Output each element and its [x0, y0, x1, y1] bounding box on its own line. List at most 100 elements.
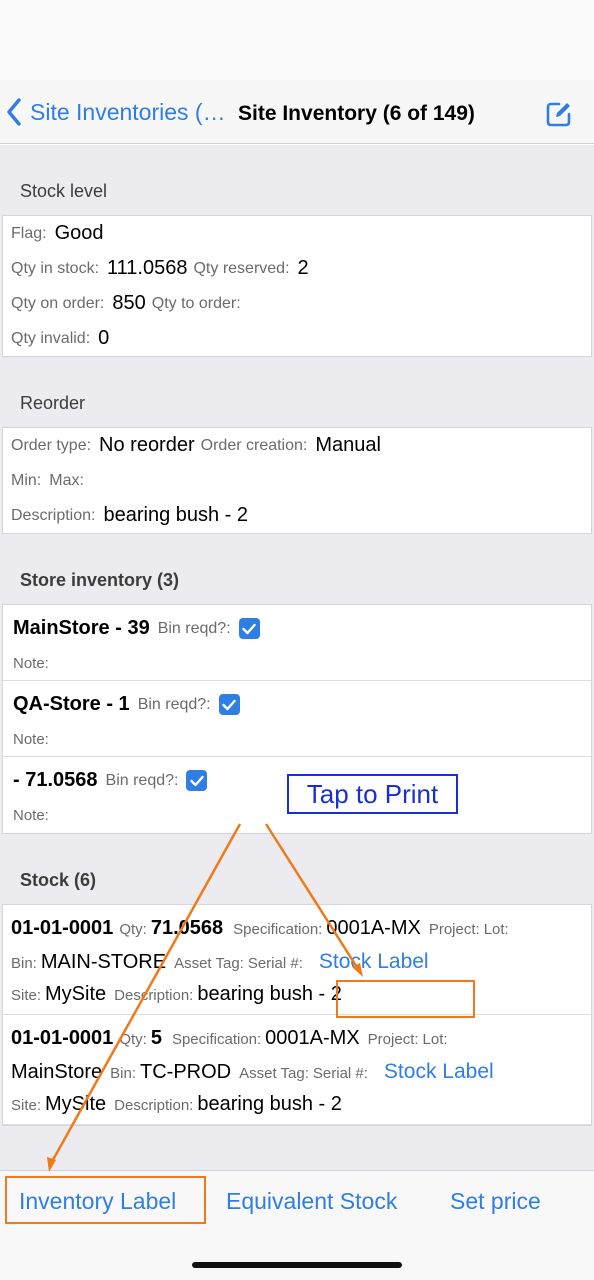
description-value: bearing bush - 2: [197, 1093, 342, 1115]
qty-value: 5: [150, 1027, 162, 1049]
content-scroll[interactable]: Stock level Flag: Good Qty in stock: 111…: [0, 145, 594, 1170]
section-header-reorder: Reorder: [20, 393, 86, 413]
project-label: Project:: [367, 1031, 419, 1048]
checkmark-icon: [190, 775, 204, 786]
qty-in-stock-value: 111.0568: [107, 257, 188, 279]
section-header-stock: Stock (6): [20, 870, 97, 890]
description-value: bearing bush - 2: [197, 983, 342, 1005]
bin-reqd-checkbox[interactable]: [238, 618, 260, 639]
bin-reqd-label: Bin reqd?:: [137, 695, 211, 713]
min-label: Min:: [11, 471, 42, 489]
site-label: Site:: [11, 1097, 42, 1114]
stock-label-link[interactable]: Stock Label: [384, 1060, 494, 1084]
description-row: Description: bearing bush - 2: [3, 498, 591, 533]
asset-tag-label: Asset Tag:: [239, 1065, 309, 1082]
description-value: bearing bush - 2: [103, 504, 249, 526]
serial-label: Serial #:: [312, 1065, 368, 1082]
lot-label: Lot:: [422, 1031, 448, 1048]
site-value: MySite: [45, 983, 107, 1005]
navigation-bar: Site Inventories (… Site Inventory (6 of…: [0, 80, 594, 144]
specification-value: 0001A-MX: [326, 917, 421, 939]
qty-on-order-row: Qty on order: 850 Qty to order:: [3, 286, 591, 321]
note-label: Note:: [13, 731, 49, 748]
store-name: - 71.0568: [13, 769, 98, 791]
stock-label-highlight: [336, 980, 475, 1018]
max-label: Max:: [49, 471, 84, 489]
bin-reqd-checkbox[interactable]: [218, 694, 240, 715]
specification-label: Specification:: [233, 921, 323, 938]
order-creation-value: Manual: [315, 434, 381, 456]
qty-reserved-label: Qty reserved:: [193, 259, 290, 277]
stock-code: 01-01-0001: [11, 917, 114, 939]
bin-reqd-label: Bin reqd?:: [105, 771, 179, 789]
flag-row: Flag: Good: [3, 216, 591, 251]
bin-label: Bin:: [11, 955, 37, 972]
set-price-button[interactable]: Set price: [450, 1188, 541, 1215]
inventory-label-highlight: [5, 1176, 206, 1224]
description-label: Description:: [11, 506, 96, 524]
stock-item[interactable]: 01-01-0001 Qty: 71.0568 Specification: 0…: [3, 905, 591, 1015]
stock-level-card: Flag: Good Qty in stock: 111.0568 Qty re…: [2, 215, 592, 357]
qty-on-order-value: 850: [112, 292, 146, 314]
compose-icon[interactable]: [545, 100, 573, 128]
qty-invalid-label: Qty invalid:: [11, 329, 91, 347]
stock-line-3: Site: MySite Description: bearing bush -…: [11, 983, 350, 1006]
chevron-left-icon: [7, 98, 21, 126]
tap-to-print-callout: Tap to Print: [287, 774, 458, 814]
qty-in-stock-row: Qty in stock: 111.0568 Qty reserved: 2: [3, 251, 591, 286]
bin-value: MAIN-STORE: [40, 951, 167, 973]
note-label: Note:: [13, 655, 49, 672]
stock-item[interactable]: 01-01-0001 Qty: 5 Specification: 0001A-M…: [3, 1015, 591, 1125]
bin-label: Bin:: [110, 1065, 137, 1082]
bin-reqd-label: Bin reqd?:: [157, 619, 231, 637]
stock-line-2: MainStore Bin: TC-PROD Asset Tag: Serial…: [11, 1060, 494, 1084]
reorder-card: Order type: No reorder Order creation: M…: [2, 427, 592, 534]
store-item[interactable]: MainStore - 39 Bin reqd?: Note:: [3, 605, 591, 681]
serial-label: Serial #:: [247, 955, 303, 972]
specification-value: 0001A-MX: [265, 1027, 360, 1049]
stock-line-3: Site: MySite Description: bearing bush -…: [11, 1093, 350, 1116]
back-label: Site Inventories (…: [30, 98, 226, 125]
store-name: MainStore - 39: [13, 617, 150, 639]
flag-value: Good: [54, 222, 104, 244]
qty-label: Qty:: [119, 921, 147, 938]
specification-label: Specification:: [171, 1031, 262, 1048]
store-name: QA-Store - 1: [13, 693, 130, 715]
order-type-row: Order type: No reorder Order creation: M…: [3, 428, 591, 463]
stock-line-1: 01-01-0001 Qty: 5 Specification: 0001A-M…: [11, 1027, 452, 1050]
qty-invalid-value: 0: [98, 327, 110, 349]
qty-label: Qty:: [119, 1031, 147, 1048]
qty-invalid-row: Qty invalid: 0: [3, 321, 591, 356]
status-bar: [0, 0, 594, 80]
section-header-store-inventory: Store inventory (3): [20, 570, 180, 590]
checkmark-icon: [222, 699, 236, 710]
stock-card: 01-01-0001 Qty: 71.0568 Specification: 0…: [2, 904, 592, 1126]
bin-value: TC-PROD: [140, 1061, 232, 1083]
qty-on-order-label: Qty on order:: [11, 294, 105, 312]
site-value: MySite: [45, 1093, 107, 1115]
note-label: Note:: [13, 807, 49, 824]
checkmark-icon: [242, 623, 256, 634]
description-label: Description:: [114, 1097, 194, 1114]
stock-line-1: 01-01-0001 Qty: 71.0568 Specification: 0…: [11, 917, 513, 940]
qty-value: 71.0568: [150, 917, 224, 939]
order-type-value: No reorder: [99, 434, 195, 456]
bin-reqd-checkbox[interactable]: [186, 770, 208, 791]
site-label: Site:: [11, 987, 42, 1004]
stock-line-2: Bin: MAIN-STORE Asset Tag: Serial #: Sto…: [11, 950, 429, 974]
order-type-label: Order type:: [11, 436, 92, 454]
qty-to-order-label: Qty to order:: [151, 294, 241, 312]
equivalent-stock-button[interactable]: Equivalent Stock: [226, 1188, 397, 1215]
project-label: Project:: [428, 921, 480, 938]
lot-value: MainStore: [11, 1061, 103, 1083]
stock-label-link[interactable]: Stock Label: [319, 950, 429, 974]
section-header-stock-level: Stock level: [20, 181, 108, 201]
store-item[interactable]: QA-Store - 1 Bin reqd?: Note:: [3, 681, 591, 757]
asset-tag-label: Asset Tag:: [174, 955, 244, 972]
qty-reserved-value: 2: [297, 257, 309, 279]
min-max-row: Min: Max:: [3, 463, 591, 498]
stock-code: 01-01-0001: [11, 1027, 114, 1049]
qty-in-stock-label: Qty in stock:: [11, 259, 100, 277]
back-button[interactable]: Site Inventories (…: [6, 96, 226, 128]
description-label: Description:: [114, 987, 194, 1004]
